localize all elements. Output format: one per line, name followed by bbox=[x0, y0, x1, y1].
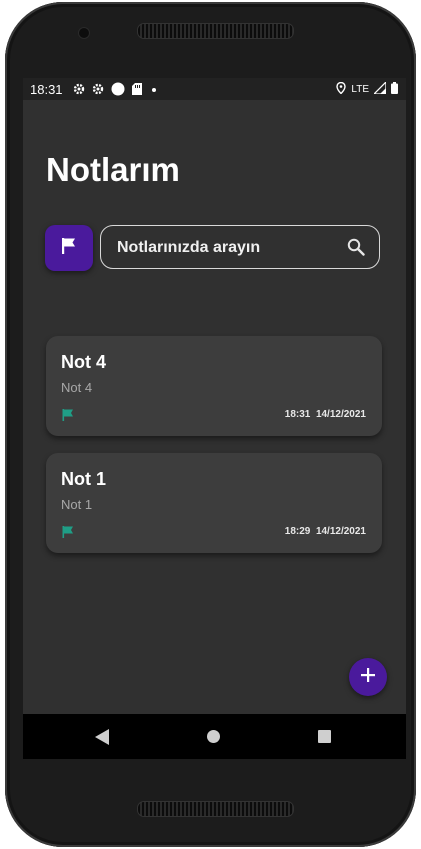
search-icon[interactable] bbox=[347, 238, 365, 261]
add-note-button[interactable] bbox=[349, 658, 387, 696]
plus-icon bbox=[360, 667, 376, 688]
note-body: Not 1 bbox=[61, 497, 93, 512]
recents-icon[interactable] bbox=[318, 730, 331, 743]
dot-icon bbox=[149, 83, 159, 98]
flag-icon bbox=[61, 237, 77, 259]
note-timestamp: 18:29 14/12/2021 bbox=[285, 526, 366, 537]
screen: 18:31 LTE Notlarım Notlarınızda arayın N… bbox=[23, 78, 406, 759]
navigation-bar bbox=[23, 714, 406, 759]
note-time: 18:29 bbox=[284, 526, 311, 537]
note-date: 14/12/2021 bbox=[315, 526, 366, 537]
note-card[interactable]: Not 4 Not 4 18:31 14/12/2021 bbox=[46, 336, 382, 436]
location-icon bbox=[336, 81, 347, 97]
status-time: 18:31 bbox=[30, 82, 63, 97]
signal-icon bbox=[372, 80, 387, 97]
circle-icon bbox=[111, 82, 125, 99]
search-input[interactable]: Notlarınızda arayın bbox=[100, 225, 380, 269]
note-card[interactable]: Not 1 Not 1 18:29 14/12/2021 bbox=[46, 453, 382, 553]
note-title: Not 1 bbox=[61, 469, 106, 489]
note-time: 18:31 bbox=[284, 409, 311, 420]
sd-card-icon bbox=[132, 83, 142, 98]
flag-filter-button[interactable] bbox=[45, 225, 93, 271]
note-title: Not 4 bbox=[61, 352, 106, 372]
top-speaker bbox=[137, 23, 294, 39]
bottom-speaker bbox=[137, 801, 294, 817]
gear-icon bbox=[92, 83, 104, 98]
page-title: Notlarım bbox=[46, 151, 180, 188]
home-icon[interactable] bbox=[207, 730, 220, 743]
note-body: Not 4 bbox=[61, 380, 93, 395]
front-camera bbox=[78, 27, 90, 39]
note-timestamp: 18:31 14/12/2021 bbox=[285, 409, 366, 420]
flag-icon bbox=[62, 525, 74, 543]
network-type: LTE bbox=[351, 84, 369, 95]
note-date: 14/12/2021 bbox=[315, 409, 366, 420]
status-icons-left bbox=[73, 82, 159, 99]
flag-icon bbox=[62, 408, 74, 426]
search-placeholder: Notlarınızda arayın bbox=[117, 239, 261, 256]
back-icon[interactable] bbox=[95, 729, 109, 750]
status-bar: 18:31 LTE bbox=[23, 78, 406, 100]
battery-icon bbox=[391, 82, 398, 97]
status-icons-right: LTE bbox=[336, 80, 398, 97]
gear-icon bbox=[73, 83, 85, 98]
